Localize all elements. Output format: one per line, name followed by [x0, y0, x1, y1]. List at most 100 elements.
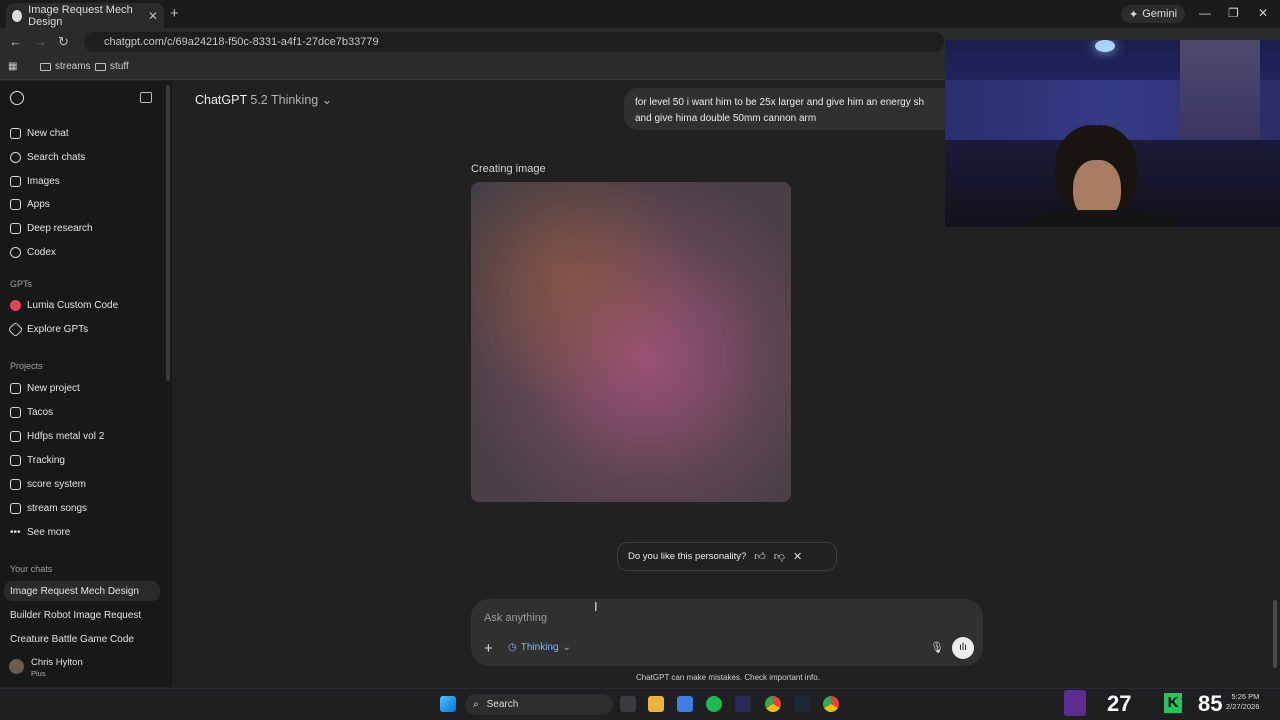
openai-logo-icon[interactable] [10, 91, 24, 105]
waveform-icon: ılı [959, 642, 967, 653]
window-minimize-button[interactable]: — [1199, 6, 1211, 20]
tab-close-icon[interactable]: ✕ [148, 9, 158, 23]
address-input[interactable]: chatgpt.com/c/69a24218-f50c-8331-a4f1-27… [84, 32, 944, 52]
sidebar-item-tracking[interactable]: Tracking [10, 451, 65, 469]
apps-icon [10, 198, 21, 210]
sidebar-item-label: Search chats [27, 151, 86, 163]
thinking-label: Thinking [520, 642, 559, 653]
gemini-button[interactable]: ✦ Gemini [1121, 5, 1186, 23]
sidebar-item-hdfps-metal-vol-2[interactable]: Hdfps metal vol 2 [10, 427, 104, 445]
sidebar-item-label: See more [27, 526, 71, 538]
disclaimer: ChatGPT can make mistakes. Check importa… [636, 673, 820, 682]
twitch-icon [1064, 690, 1086, 716]
add-attachment-button[interactable]: + [484, 640, 493, 657]
sidebar-item-see-more[interactable]: ••• See more [10, 523, 70, 541]
chat-item-image-request-mech-design[interactable]: Image Request Mech Design [10, 586, 139, 597]
reload-icon[interactable]: ↻ [58, 34, 69, 50]
bookmark-streams[interactable]: streams [40, 61, 91, 72]
browser-tab[interactable]: Image Request Mech Design ✕ [6, 3, 164, 28]
user-plan: Plus [31, 669, 46, 678]
chatgpt-favicon-icon [12, 9, 23, 22]
microphone-icon[interactable]: 🎙︎ [930, 641, 944, 654]
chat-item-creature-battle-game-code[interactable]: Creature Battle Game Code [10, 634, 134, 645]
sidebar-item-new-chat[interactable]: New chat [10, 124, 69, 142]
webcam-overlay [945, 40, 1280, 227]
thumbs-up-icon[interactable]: 👍︎ [754, 550, 766, 563]
sidebar-item-label: New project [27, 382, 80, 394]
bookmark-stuff[interactable]: stuff [95, 61, 129, 72]
file-explorer-icon[interactable] [648, 696, 664, 712]
back-arrow-icon[interactable]: ← [9, 34, 22, 49]
thinking-mode-button[interactable]: ◷ Thinking ⌄ [508, 642, 571, 653]
sidebar-item-apps[interactable]: Apps [10, 195, 50, 213]
sidebar-item-tacos[interactable]: Tacos [10, 403, 53, 421]
prompt-input[interactable] [484, 610, 884, 626]
apps-grid-icon[interactable]: ▦ [8, 61, 17, 72]
model-name: ChatGPT [195, 93, 247, 107]
sidebar-item-deep-research[interactable]: Deep research [10, 219, 93, 237]
sidebar-item-codex[interactable]: Codex [10, 243, 56, 261]
sidebar-item-stream-songs[interactable]: stream songs [10, 499, 87, 517]
main-scrollbar[interactable] [1273, 600, 1277, 668]
steam-icon[interactable] [794, 696, 810, 712]
gpts-heading: GPTs [10, 279, 33, 289]
sidebar-item-explore-gpts[interactable]: Explore GPTs [7, 320, 89, 338]
sidebar-item-label: Lumia Custom Code [27, 299, 119, 311]
chrome-active-icon[interactable] [823, 696, 839, 712]
gemini-label: Gemini [1142, 8, 1178, 20]
projects-heading: Projects [10, 361, 43, 371]
forward-arrow-icon[interactable]: → [34, 34, 47, 49]
avatar[interactable] [9, 659, 24, 674]
image-icon [10, 175, 21, 187]
user-message-line: for level 50 i want him to be 25x larger… [635, 97, 925, 108]
spotify-icon[interactable] [706, 696, 722, 712]
search-icon: ⌕ [473, 699, 479, 710]
close-icon[interactable]: ✕ [793, 550, 802, 563]
sidebar-item-label: Explore GPTs [27, 323, 89, 335]
bookmark-label: streams [55, 61, 91, 72]
windows-start-icon[interactable] [440, 696, 456, 712]
hudfx-icon[interactable] [735, 696, 751, 712]
chat-item-builder-robot-image-request[interactable]: Builder Robot Image Request [10, 610, 141, 621]
notepad-icon[interactable] [677, 696, 693, 712]
new-tab-button[interactable]: + [170, 5, 179, 22]
webcam-light [1095, 40, 1115, 52]
sidebar-item-new-project[interactable]: New project [10, 379, 80, 397]
chevron-down-icon: ⌄ [562, 642, 571, 653]
system-clock[interactable]: 5:26 PM 2/27/2026 [1226, 692, 1259, 712]
sidebar-item-label: Deep research [27, 222, 93, 234]
gemini-sparkle-icon: ✦ [1129, 8, 1139, 21]
thumbs-down-icon[interactable]: 👎︎ [774, 550, 785, 563]
sidebar-item-label: Hdfps metal vol 2 [27, 430, 105, 442]
sidebar-item-score-system[interactable]: score system [10, 475, 86, 493]
user-name[interactable]: Chris Hylton [31, 657, 83, 668]
window-maximize-button[interactable]: ❐ [1228, 6, 1239, 20]
task-view-icon[interactable] [620, 696, 636, 712]
sidebar-item-lumia-custom-code[interactable]: Lumia Custom Code [10, 296, 118, 314]
explore-icon [7, 321, 24, 337]
edit-icon [10, 127, 21, 139]
sidebar-item-search-chats[interactable]: Search chats [10, 148, 85, 166]
user-message-line: and give hima double 50mm cannon arm [635, 113, 817, 124]
personality-feedback: Do you like this personality? 👍︎ 👎︎ ✕ [617, 542, 837, 571]
ellipsis-icon: ••• [10, 526, 21, 538]
taskbar-search[interactable]: ⌕ Search [465, 694, 613, 715]
sidebar-toggle-icon[interactable] [140, 92, 152, 103]
sidebar-item-label: New chat [27, 127, 69, 139]
search-icon [10, 151, 21, 163]
sidebar-item-label: score system [27, 478, 86, 490]
sidebar-scrollbar[interactable] [166, 85, 170, 381]
folder-icon [10, 430, 21, 442]
sidebar-item-label: Tacos [27, 406, 54, 418]
model-selector[interactable]: ChatGPT 5.2 Thinking ⌄ [195, 92, 332, 107]
gpt-avatar-icon [10, 299, 21, 311]
voice-mode-button[interactable]: ılı [952, 637, 974, 659]
user-message: for level 50 i want him to be 25x larger… [624, 88, 954, 130]
sidebar-item-images[interactable]: Images [10, 172, 60, 190]
chrome-icon[interactable] [765, 696, 781, 712]
sidebar-item-label: Tracking [27, 454, 65, 466]
sidebar-item-label: Codex [27, 246, 56, 258]
chevron-down-icon: ⌄ [321, 93, 333, 107]
window-close-button[interactable]: ✕ [1258, 6, 1268, 20]
model-version: 5.2 Thinking [250, 93, 319, 107]
